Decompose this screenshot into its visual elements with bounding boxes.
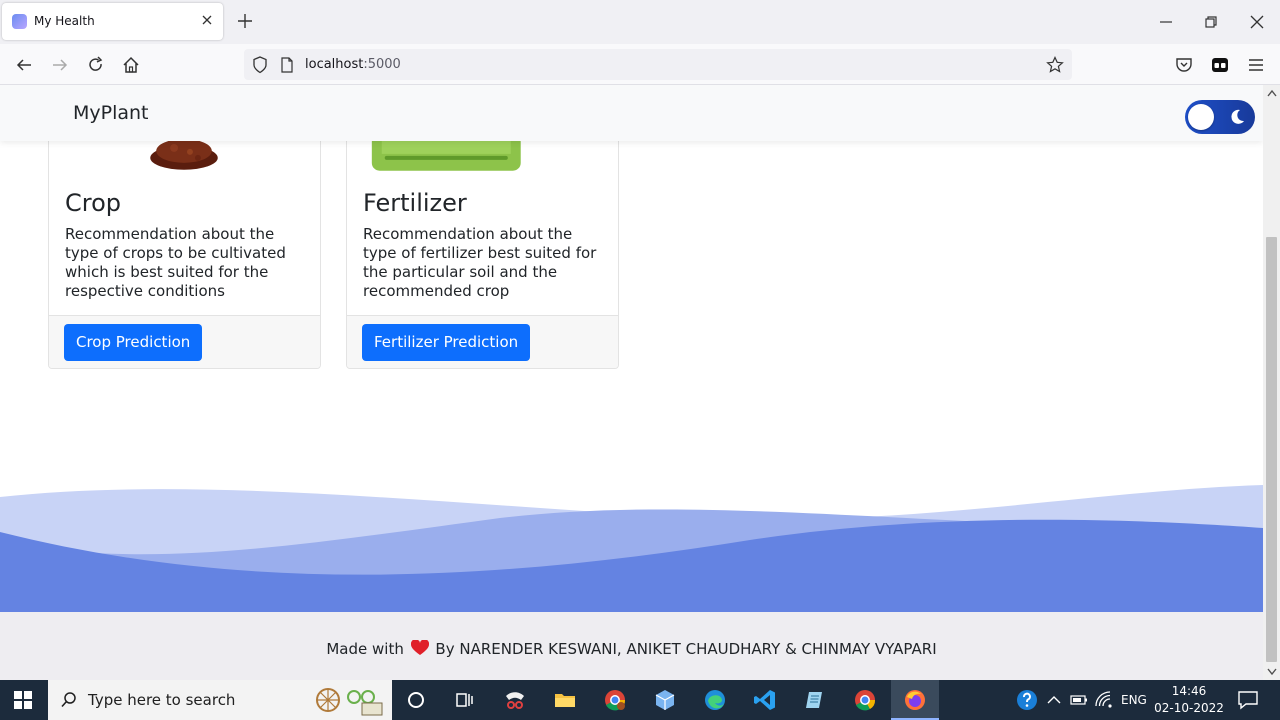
chrome-profile-icon[interactable]	[603, 688, 627, 712]
file-explorer-icon[interactable]	[553, 688, 577, 712]
site-brand[interactable]: MyPlant	[73, 102, 149, 124]
card-text: Recommendation about the type of crops t…	[65, 225, 286, 300]
restore-window-icon[interactable]	[1201, 12, 1221, 32]
url-host: localhost	[305, 57, 364, 72]
site-favicon-icon	[12, 14, 27, 29]
task-view-icon[interactable]	[452, 688, 476, 712]
page-scrollbar[interactable]	[1263, 85, 1280, 680]
show-hidden-icons-chevron-icon[interactable]	[1046, 688, 1062, 712]
url-text[interactable]: localhost:5000	[305, 57, 401, 72]
notification-center-icon[interactable]	[1236, 688, 1260, 712]
close-window-icon[interactable]	[1247, 12, 1267, 32]
firefox-taskbar-button[interactable]	[891, 680, 939, 720]
footer-credits: Made with By NARENDER KESWANI, ANIKET CH…	[0, 640, 1263, 658]
account-extension-icon[interactable]	[1210, 55, 1230, 75]
edge-browser-icon[interactable]	[703, 688, 727, 712]
crop-prediction-button[interactable]: Crop Prediction	[64, 324, 203, 361]
forward-arrow-icon[interactable]	[50, 55, 70, 75]
card-title: Fertilizer	[363, 189, 467, 217]
url-bar[interactable]: localhost:5000	[244, 49, 1072, 80]
browser-tab[interactable]: My Health	[2, 3, 223, 40]
card-title: Crop	[65, 189, 122, 217]
reload-icon[interactable]	[86, 55, 106, 75]
new-tab-icon[interactable]	[236, 12, 254, 30]
close-tab-icon[interactable]	[199, 12, 215, 28]
shield-icon[interactable]	[252, 56, 268, 74]
language-indicator[interactable]: ENG	[1121, 693, 1147, 707]
snipping-tool-icon[interactable]	[503, 688, 527, 712]
cortana-icon[interactable]	[404, 688, 428, 712]
fertilizer-card: Fertilizer Recommendation about the type…	[346, 105, 619, 369]
windows-start-icon[interactable]	[14, 691, 32, 709]
scroll-down-icon[interactable]	[1267, 668, 1277, 676]
notepad-app-icon[interactable]	[803, 688, 827, 712]
browser-tab-bar: My Health	[0, 0, 1280, 44]
back-arrow-icon[interactable]	[14, 55, 34, 75]
site-navbar: MyPlant	[0, 85, 1263, 141]
search-icon	[61, 692, 76, 708]
browser-toolbar: localhost:5000	[0, 44, 1280, 85]
wifi-icon[interactable]	[1094, 688, 1114, 712]
page-info-icon[interactable]	[280, 57, 294, 73]
page-viewport: MyPlant Crop Recommendation about the ty…	[0, 85, 1263, 680]
scroll-up-icon[interactable]	[1267, 89, 1277, 97]
heart-icon	[410, 640, 429, 655]
pocket-icon[interactable]	[1174, 55, 1194, 75]
clock-time: 14:46	[1171, 684, 1207, 698]
tab-title: My Health	[34, 14, 95, 28]
moon-icon	[1231, 109, 1244, 124]
chrome-icon[interactable]	[853, 688, 877, 712]
hamburger-menu-icon[interactable]	[1246, 55, 1266, 75]
search-highlight-art-icon	[316, 688, 383, 716]
card-text: Recommendation about the type of fertili…	[363, 225, 597, 300]
card-footer: Crop Prediction	[49, 315, 320, 368]
taskbar-clock[interactable]: 14:46 02-10-2022	[1150, 683, 1228, 717]
taskbar-search-box[interactable]: Type here to search	[48, 680, 392, 720]
search-placeholder: Type here to search	[88, 691, 236, 709]
scrollbar-thumb[interactable]	[1266, 237, 1277, 662]
windows-taskbar: Type here to search ENG 14:46 02-10-2022	[0, 680, 1280, 720]
card-footer: Fertilizer Prediction	[347, 315, 618, 368]
firefox-icon	[905, 690, 925, 710]
fertilizer-prediction-button[interactable]: Fertilizer Prediction	[362, 324, 531, 361]
site-footer: Made with By NARENDER KESWANI, ANIKET CH…	[0, 612, 1263, 680]
battery-icon[interactable]	[1070, 688, 1088, 712]
3d-cube-app-icon[interactable]	[653, 688, 677, 712]
footer-authors: By NARENDER KESWANI, ANIKET CHAUDHARY & …	[435, 640, 937, 658]
help-icon[interactable]	[1015, 688, 1039, 712]
crop-card: Crop Recommendation about the type of cr…	[48, 105, 321, 369]
decorative-waves	[0, 485, 1263, 612]
home-icon[interactable]	[121, 55, 141, 75]
footer-prefix: Made with	[326, 640, 404, 658]
vscode-icon[interactable]	[753, 688, 777, 712]
minimize-window-icon[interactable]	[1156, 12, 1176, 32]
dark-mode-toggle[interactable]	[1185, 100, 1255, 134]
toggle-knob	[1188, 104, 1214, 130]
url-port: :5000	[363, 57, 401, 72]
bookmark-star-icon[interactable]	[1046, 56, 1064, 74]
clock-date: 02-10-2022	[1154, 701, 1224, 715]
